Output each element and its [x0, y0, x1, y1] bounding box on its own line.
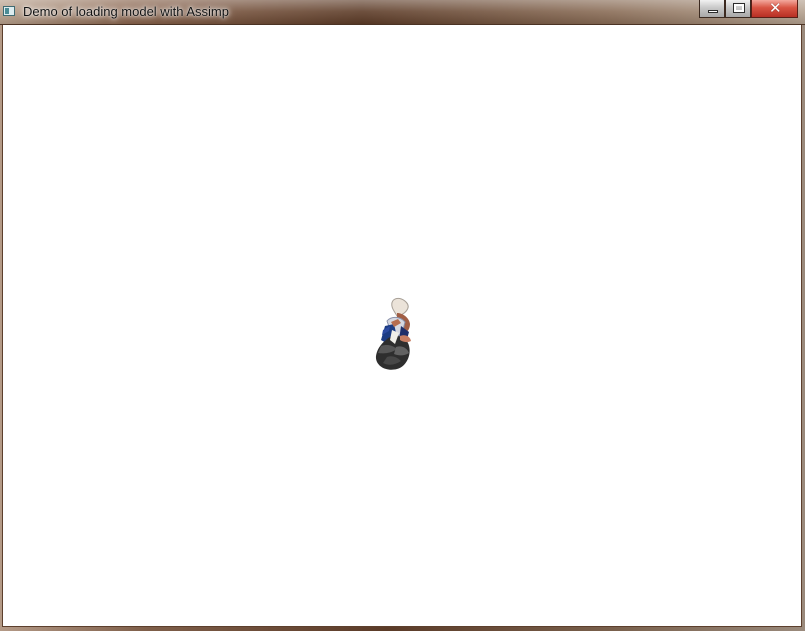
window-client-area: [2, 25, 802, 627]
rendered-3d-character-model[interactable]: [367, 295, 421, 379]
window-controls: ✕: [699, 0, 799, 18]
maximize-button[interactable]: [725, 0, 751, 18]
minimize-button[interactable]: [699, 0, 725, 18]
maximize-icon: [734, 4, 744, 12]
close-button[interactable]: ✕: [751, 0, 798, 18]
opengl-model-viewport[interactable]: [3, 25, 801, 626]
close-icon: ✕: [769, 0, 782, 17]
window-title: Demo of loading model with Assimp: [23, 4, 229, 19]
window-titlebar[interactable]: Demo of loading model with Assimp ✕: [0, 0, 805, 25]
minimize-icon: [708, 10, 718, 13]
application-window-icon: [3, 6, 15, 16]
application-window: Demo of loading model with Assimp ✕: [0, 0, 805, 631]
